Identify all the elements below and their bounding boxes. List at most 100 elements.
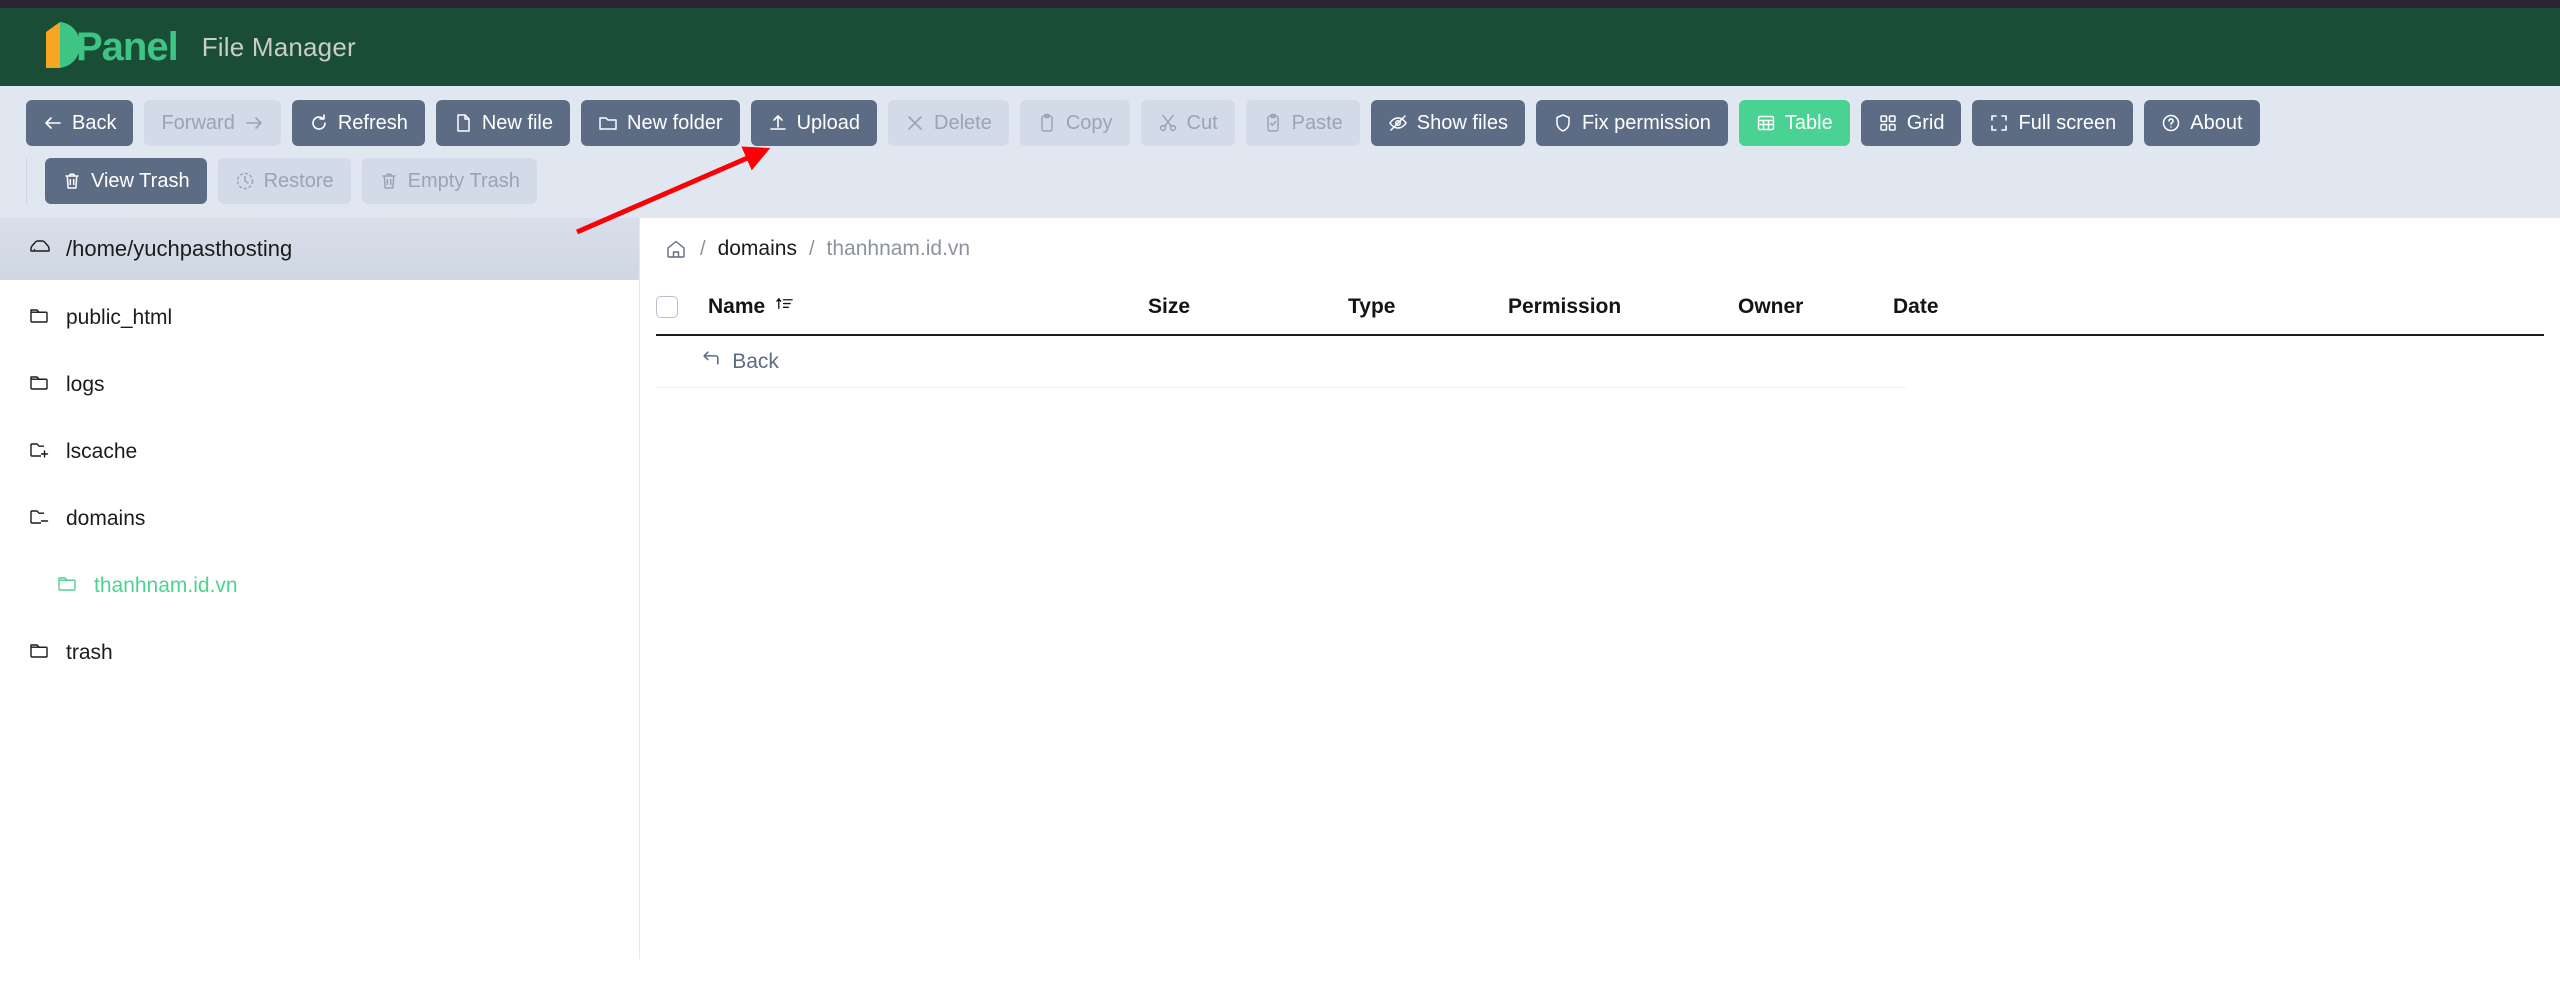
delete-button[interactable]: Delete <box>888 100 1009 146</box>
column-header-owner[interactable]: Owner <box>1738 295 1893 319</box>
sidebar-root-path[interactable]: /home/yuchpasthosting <box>0 218 639 280</box>
arrow-left-icon <box>43 113 63 133</box>
upload-icon <box>768 113 788 133</box>
upload-button[interactable]: Upload <box>750 100 877 146</box>
back-button-label: Back <box>72 112 117 134</box>
select-all-checkbox[interactable] <box>656 296 678 318</box>
table-view-button-label: Table <box>1784 112 1833 134</box>
back-row-label: Back <box>732 349 779 373</box>
column-header-permission[interactable]: Permission <box>1508 295 1738 319</box>
question-circle-icon <box>2161 113 2181 133</box>
fix-permission-button[interactable]: Fix permission <box>1535 100 1728 146</box>
folder-collapse-icon <box>28 504 52 534</box>
grid-icon <box>1878 113 1898 133</box>
sidebar-tree: public_html logs lscache domains thanhna… <box>0 280 639 673</box>
toolbar: Back Forward Refresh New file New folder… <box>0 86 2560 218</box>
app-logo[interactable]: Panel <box>38 19 179 76</box>
main-content: / domains / thanhnam.id.vn Name Size Typ… <box>640 218 2560 959</box>
folder-icon <box>56 571 80 601</box>
show-files-button[interactable]: Show files <box>1370 100 1525 146</box>
top-browser-band <box>0 0 2560 8</box>
toolbar-row-trash: View Trash Restore Empty Trash <box>26 158 2560 204</box>
sidebar-item-domains[interactable]: domains <box>0 499 639 539</box>
scissors-icon <box>1158 113 1178 133</box>
file-icon <box>453 113 473 133</box>
copy-button-label: Copy <box>1065 112 1113 134</box>
column-header-name-label: Name <box>708 295 766 318</box>
shield-icon <box>1553 113 1573 133</box>
about-button-label: About <box>2190 112 2243 134</box>
restore-button[interactable]: Restore <box>217 158 351 204</box>
sidebar-item-label: public_html <box>66 306 173 329</box>
column-header-type[interactable]: Type <box>1348 295 1508 319</box>
sidebar-item-thanhnam-id-vn[interactable]: thanhnam.id.vn <box>0 566 639 606</box>
drive-icon <box>28 234 52 264</box>
back-row-name-cell: Back <box>701 348 1084 375</box>
show-files-button-label: Show files <box>1416 112 1508 134</box>
back-button[interactable]: Back <box>26 100 134 146</box>
breadcrumb-separator: / <box>808 237 815 260</box>
new-folder-button[interactable]: New folder <box>581 100 740 146</box>
restore-button-label: Restore <box>263 170 334 192</box>
breadcrumb-item-domains[interactable]: domains <box>718 237 797 261</box>
page-root: Panel File Manager Back Forward Refresh … <box>0 0 2560 983</box>
column-header-size[interactable]: Size <box>1148 295 1348 319</box>
breadcrumb-item-current[interactable]: thanhnam.id.vn <box>827 237 971 261</box>
table-view-button[interactable]: Table <box>1738 100 1850 146</box>
sidebar-item-lscache[interactable]: lscache <box>0 432 639 472</box>
grid-view-button-label: Grid <box>1906 112 1945 134</box>
upload-button-label: Upload <box>796 112 860 134</box>
trash-icon <box>62 171 82 191</box>
back-row-link[interactable]: Back <box>701 348 779 375</box>
forward-button[interactable]: Forward <box>144 100 281 146</box>
about-button[interactable]: About <box>2144 100 2260 146</box>
body-split: /home/yuchpasthosting public_html logs l… <box>0 218 2560 959</box>
fullscreen-icon <box>1989 113 2009 133</box>
copy-button[interactable]: Copy <box>1019 100 1130 146</box>
folder-icon <box>28 638 52 668</box>
home-icon[interactable] <box>664 237 688 261</box>
sidebar-item-logs[interactable]: logs <box>0 365 639 405</box>
trash-icon <box>379 171 399 191</box>
table-row-back[interactable]: Back <box>656 336 1906 388</box>
sort-ascending-icon[interactable] <box>775 295 794 320</box>
full-screen-button-label: Full screen <box>2018 112 2117 134</box>
grid-view-button[interactable]: Grid <box>1860 100 1962 146</box>
toolbar-row-primary: Back Forward Refresh New file New folder… <box>26 100 2560 146</box>
folder-icon <box>28 370 52 400</box>
arrow-back-icon <box>701 348 722 375</box>
refresh-button-label: Refresh <box>337 112 408 134</box>
refresh-button[interactable]: Refresh <box>291 100 425 146</box>
cut-button-label: Cut <box>1186 112 1218 134</box>
breadcrumb: / domains / thanhnam.id.vn <box>640 218 2560 280</box>
app-logo-text: Panel <box>76 25 179 69</box>
clipboard-check-icon <box>1263 113 1283 133</box>
cut-button[interactable]: Cut <box>1140 100 1235 146</box>
column-header-name[interactable]: Name <box>708 295 1148 320</box>
folder-icon <box>28 303 52 333</box>
new-file-button-label: New file <box>481 112 553 134</box>
sidebar-item-label: trash <box>66 641 113 664</box>
paste-button-label: Paste <box>1291 112 1343 134</box>
clock-icon <box>235 171 255 191</box>
sidebar-item-label: logs <box>66 373 105 396</box>
file-table-header: Name Size Type Permission Owner Date <box>656 280 2544 336</box>
sidebar-item-public-html[interactable]: public_html <box>0 298 639 338</box>
table-icon <box>1756 113 1776 133</box>
paste-button[interactable]: Paste <box>1245 100 1360 146</box>
fix-permission-button-label: Fix permission <box>1581 112 1711 134</box>
view-trash-button[interactable]: View Trash <box>45 158 207 204</box>
empty-trash-button[interactable]: Empty Trash <box>361 158 537 204</box>
sidebar-item-label: lscache <box>66 440 138 463</box>
eye-slash-icon <box>1388 113 1408 133</box>
select-all-cell <box>656 296 708 318</box>
new-folder-button-label: New folder <box>627 112 723 134</box>
full-screen-button[interactable]: Full screen <box>1972 100 2134 146</box>
delete-button-label: Delete <box>934 112 992 134</box>
close-x-icon <box>905 113 925 133</box>
column-header-date[interactable]: Date <box>1893 295 2093 319</box>
sidebar-item-label: thanhnam.id.vn <box>94 574 238 597</box>
sidebar-item-trash[interactable]: trash <box>0 633 639 673</box>
new-file-button[interactable]: New file <box>435 100 570 146</box>
toolbar-divider <box>26 158 30 204</box>
